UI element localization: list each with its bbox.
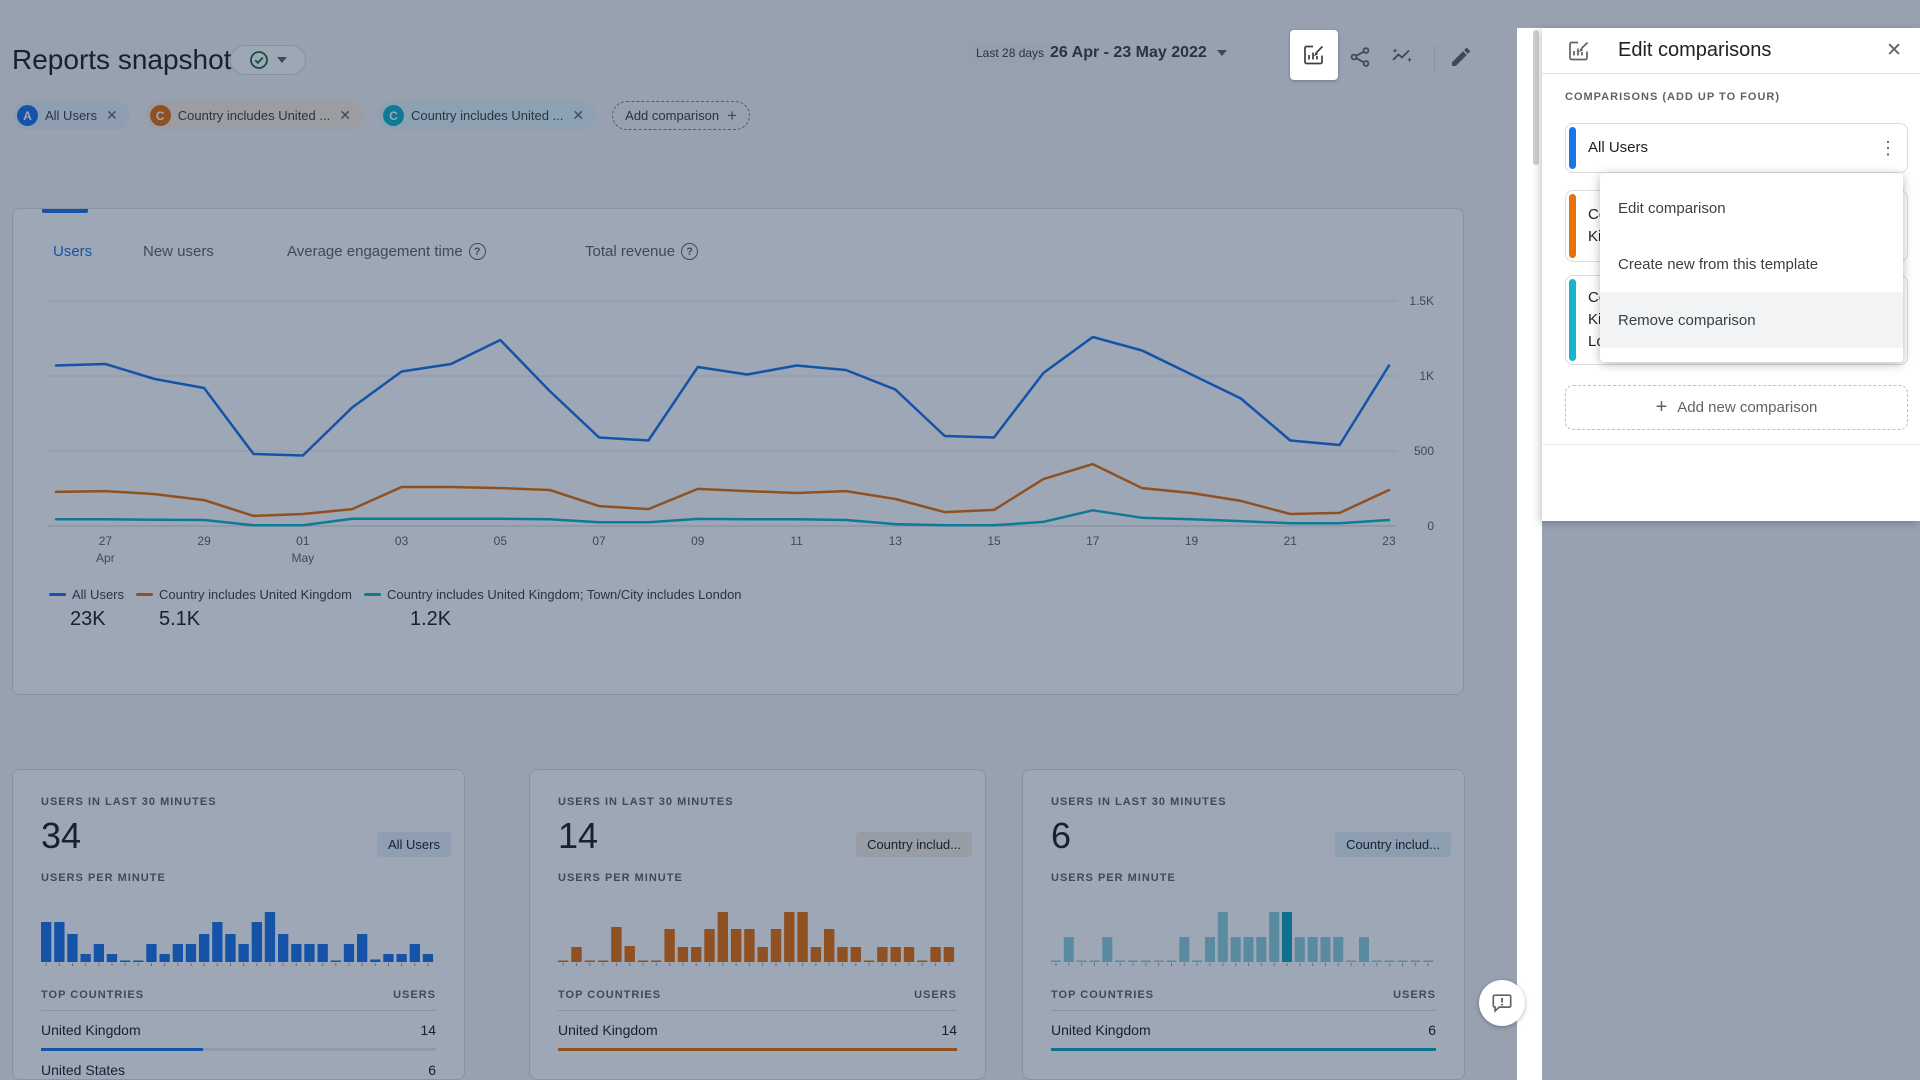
feedback-bubble-icon <box>1491 992 1513 1014</box>
close-icon[interactable]: ✕ <box>1886 39 1902 62</box>
panel-header: Edit comparisons ✕ <box>1542 28 1920 73</box>
plus-icon: + <box>1656 396 1668 419</box>
comparison-accent-bar <box>1569 279 1576 361</box>
edit-comparisons-panel: Edit comparisons ✕ COMPARISONS (ADD UP T… <box>1542 28 1920 521</box>
feedback-button[interactable] <box>1479 980 1525 1026</box>
panel-title: Edit comparisons <box>1618 39 1886 62</box>
comparison-card-text: All Users <box>1588 124 1867 172</box>
customize-report-icon <box>1302 43 1326 67</box>
ga-reports-snapshot-page: Reports snapshot AAll Users✕CCountry inc… <box>0 0 1920 1080</box>
comparison-accent-bar <box>1569 127 1576 169</box>
scrollbar-thumb[interactable] <box>1533 30 1539 165</box>
menu-item-edit-comparison[interactable]: Edit comparison <box>1600 180 1903 236</box>
comparison-accent-bar <box>1569 194 1576 258</box>
menu-item-create-new-from-this-template[interactable]: Create new from this template <box>1600 236 1903 292</box>
comparison-line: All Users <box>1588 137 1867 159</box>
add-new-comparison-button[interactable]: + Add new comparison <box>1565 385 1908 430</box>
customize-report-icon <box>1567 39 1591 63</box>
comparison-card[interactable]: All Users ⋮ <box>1565 123 1908 173</box>
comparison-context-menu: Edit comparisonCreate new from this temp… <box>1600 173 1903 362</box>
page-scrollbar[interactable] <box>1517 28 1542 1080</box>
more-options-icon[interactable]: ⋮ <box>1879 139 1897 157</box>
panel-footer-divider <box>1542 444 1920 445</box>
panel-divider <box>1542 73 1920 74</box>
comparisons-section-label: COMPARISONS (ADD UP TO FOUR) <box>1565 91 1780 103</box>
menu-item-remove-comparison[interactable]: Remove comparison <box>1600 292 1903 348</box>
customize-report-button[interactable] <box>1290 30 1338 80</box>
